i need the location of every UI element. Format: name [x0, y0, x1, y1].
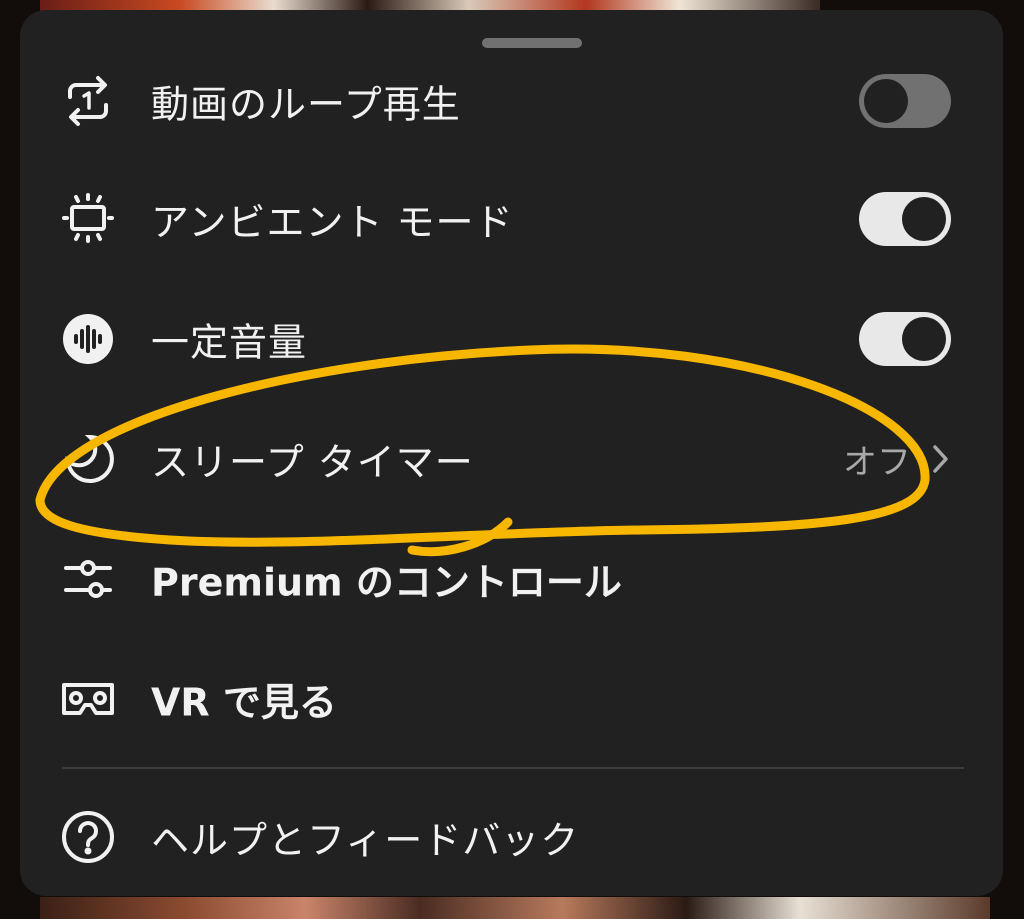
sleep-timer-value: オフ — [843, 442, 911, 483]
menu-item-premium-controls[interactable]: Premium のコントロール — [20, 520, 1003, 638]
loop-one-icon — [58, 71, 118, 131]
loop-toggle[interactable] — [859, 74, 951, 128]
menu-item-ambient-mode[interactable]: アンビエント モード — [20, 160, 1003, 278]
video-thumbnail-bottom — [40, 897, 990, 919]
menu-item-label: 動画のループ再生 — [151, 82, 461, 127]
toggle-knob — [902, 197, 946, 241]
vr-headset-icon — [58, 669, 118, 729]
menu-item-label: アンビエント モード — [151, 200, 514, 245]
menu-item-label: ヘルプとフィードバック — [151, 818, 580, 863]
ambient-mode-icon — [58, 189, 118, 249]
sliders-icon — [58, 549, 118, 609]
menu-item-stable-volume[interactable]: 一定音量 — [20, 280, 1003, 398]
sleep-timer-icon — [58, 429, 118, 489]
menu-item-label: 一定音量 — [151, 320, 308, 365]
stable-volume-icon — [58, 309, 118, 369]
toggle-knob — [864, 79, 908, 123]
ambient-mode-toggle[interactable] — [859, 192, 951, 246]
menu-item-sleep-timer[interactable]: スリープ タイマー オフ — [20, 400, 1003, 518]
toggle-knob — [902, 317, 946, 361]
chevron-right-icon — [926, 439, 954, 479]
menu-item-label: Premium のコントロール — [151, 560, 622, 605]
menu-item-label: VR で見る — [151, 680, 337, 725]
help-icon — [58, 807, 118, 867]
stable-volume-toggle[interactable] — [859, 312, 951, 366]
menu-divider — [62, 767, 964, 769]
menu-item-watch-in-vr[interactable]: VR で見る — [20, 640, 1003, 758]
menu-item-label: スリープ タイマー — [151, 440, 474, 485]
menu-item-help-feedback[interactable]: ヘルプとフィードバック — [20, 778, 1003, 896]
menu-item-loop-video[interactable]: 動画のループ再生 — [20, 42, 1003, 160]
